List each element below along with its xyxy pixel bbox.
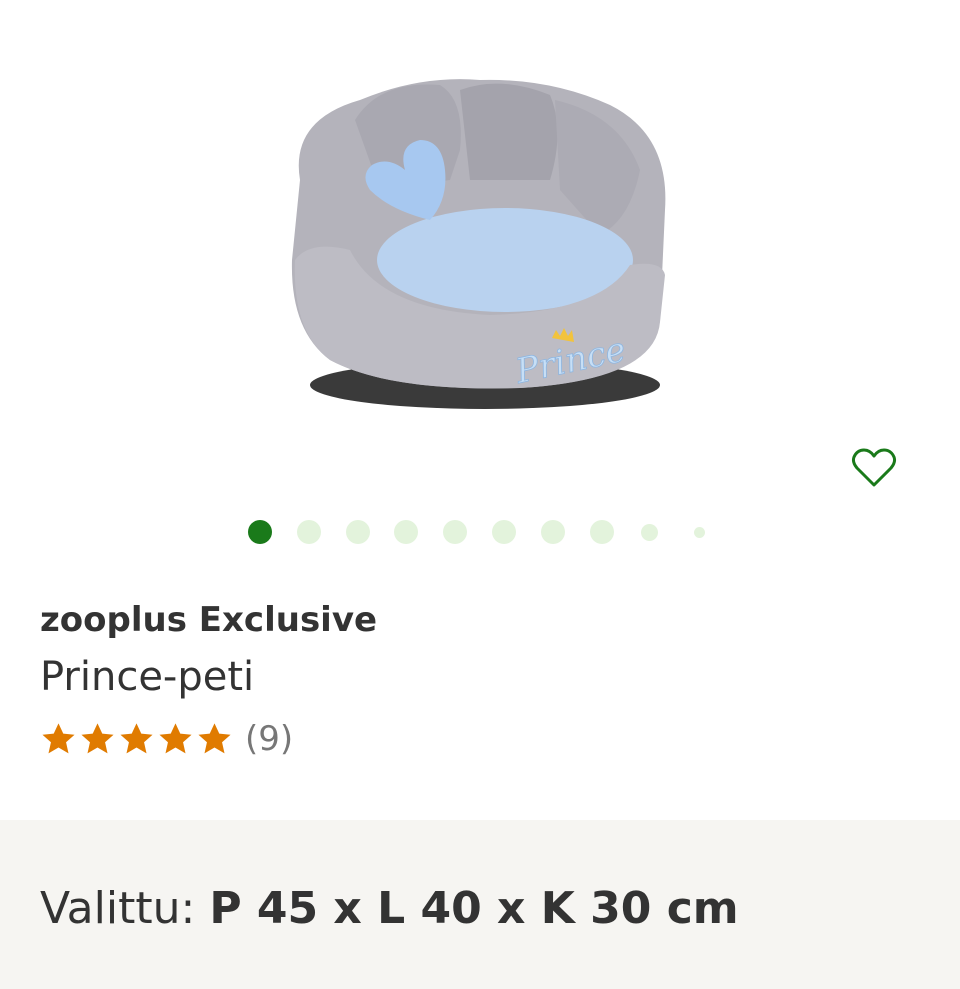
rating-stars: [40, 721, 233, 758]
gallery-dot[interactable]: [541, 520, 565, 544]
gallery-dot[interactable]: [443, 520, 467, 544]
favorite-button[interactable]: [846, 440, 902, 496]
variant-label: Valittu:: [40, 883, 196, 934]
bed-back-scallop-middle: [460, 83, 558, 180]
gallery-dot[interactable]: [492, 520, 516, 544]
star-icon: [159, 722, 192, 753]
star-icon: [198, 722, 231, 753]
variant-value: P 45 x L 40 x K 30 cm: [209, 883, 739, 934]
star-icon: [81, 722, 114, 753]
gallery-dot[interactable]: [694, 527, 705, 538]
review-count[interactable]: (9): [245, 719, 293, 759]
gallery-pagination[interactable]: [0, 518, 960, 548]
product-info: zooplus Exclusive Prince-peti (9): [40, 596, 920, 764]
star-icon: [42, 722, 75, 753]
heart-outline-icon: [851, 448, 897, 487]
product-title: Prince-peti: [40, 654, 255, 700]
product-image-gallery[interactable]: Prince: [0, 0, 960, 570]
gallery-dot[interactable]: [346, 520, 370, 544]
product-rating[interactable]: (9): [40, 714, 920, 764]
gallery-dot[interactable]: [590, 520, 614, 544]
star-icon: [120, 722, 153, 753]
gallery-dot-active[interactable]: [248, 520, 272, 544]
gallery-dot[interactable]: [641, 524, 658, 541]
gallery-dot[interactable]: [297, 520, 321, 544]
product-image[interactable]: Prince: [270, 60, 690, 430]
gallery-dot[interactable]: [394, 520, 418, 544]
selected-variant: Valittu: P 45 x L 40 x K 30 cm: [40, 883, 739, 934]
product-brand[interactable]: zooplus Exclusive: [40, 596, 920, 644]
selected-variant-bar[interactable]: Valittu: P 45 x L 40 x K 30 cm: [0, 820, 960, 989]
